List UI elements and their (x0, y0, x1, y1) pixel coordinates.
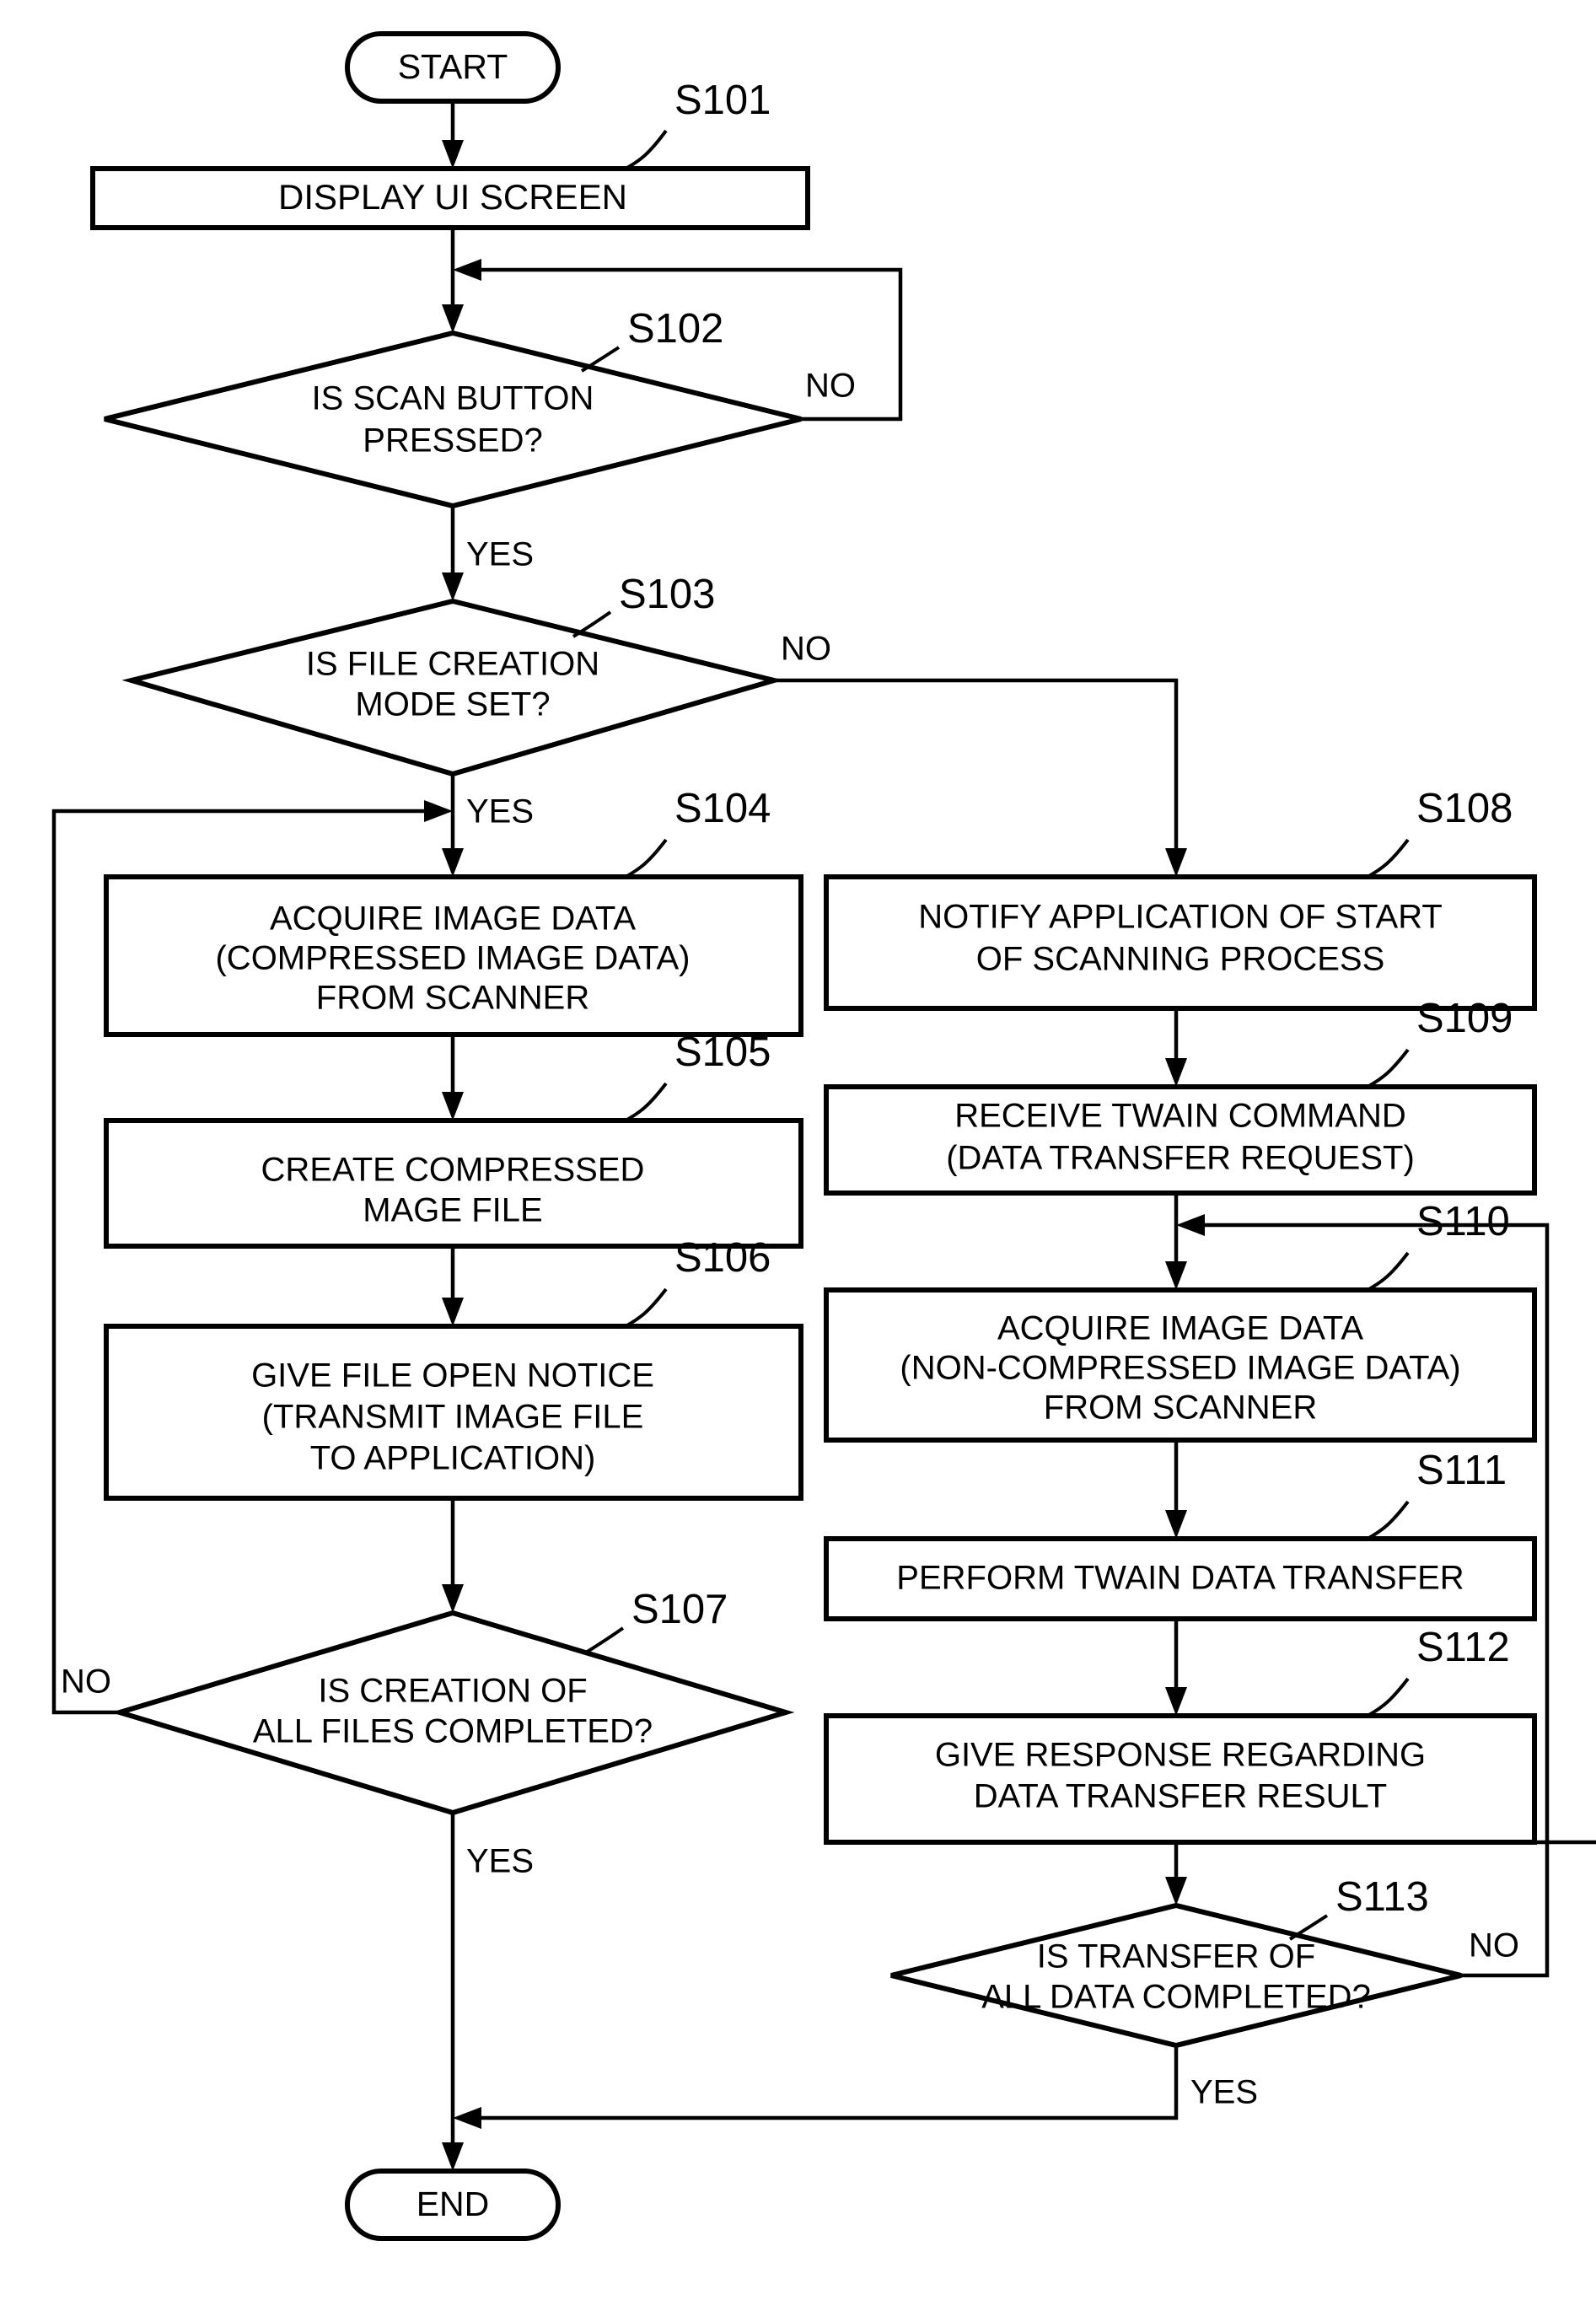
s103-step-label: S103 (619, 572, 715, 617)
arrowhead-s104-s105 (442, 1092, 464, 1121)
s110-step-label: S110 (1416, 1199, 1510, 1244)
s107-no-label: NO (61, 1663, 111, 1701)
edge-s103-no-to-s108 (774, 678, 1179, 863)
s113-step-label: S113 (1335, 1874, 1429, 1920)
node-s107: IS CREATION OF ALL FILES COMPLETED? S107… (61, 1587, 795, 1880)
s104-line-1: ACQUIRE IMAGE DATA (270, 900, 636, 938)
node-s109: RECEIVE TWAIN COMMAND (DATA TRANSFER REQ… (824, 996, 1537, 1196)
s106-leader-line (625, 1287, 668, 1328)
s109-line-1: RECEIVE TWAIN COMMAND (954, 1098, 1406, 1135)
s111-line-1: PERFORM TWAIN DATA TRANSFER (896, 1560, 1464, 1597)
arrowhead-s107-no-merge (424, 800, 453, 822)
s110-line-3: FROM SCANNER (1044, 1389, 1317, 1427)
arrowhead-s112-s113 (1165, 1877, 1187, 1905)
s107-leader-line (584, 1626, 625, 1654)
arrowhead-start-s101 (442, 140, 464, 169)
s107-step-label: S107 (631, 1587, 728, 1632)
s102-decision-shape (104, 330, 802, 509)
arrowhead-s103-s104 (442, 848, 464, 877)
s103-yes-label: YES (466, 793, 534, 830)
s105-line-1: CREATE COMPRESSED (261, 1152, 645, 1189)
s113-line-1: IS TRANSFER OF (1037, 1938, 1315, 1975)
arrowhead-s106-s107 (442, 1584, 464, 1613)
edge-s113-yes-to-end (467, 2045, 1179, 2120)
s108-step-label: S108 (1416, 786, 1513, 831)
s113-decision-shape (890, 1902, 1462, 2049)
s104-leader-line (625, 838, 668, 879)
s104-step-label: S104 (674, 786, 771, 831)
s109-step-label: S109 (1416, 996, 1513, 1041)
s105-leader-line (625, 1082, 668, 1122)
s106-line-2: (TRANSMIT IMAGE FILE (262, 1399, 644, 1436)
arrowhead-s113-yes-merge (453, 2107, 481, 2129)
s108-line-2: OF SCANNING PROCESS (976, 941, 1385, 978)
s103-line-2: MODE SET? (355, 686, 550, 723)
end-terminator-label: END (416, 2185, 490, 2223)
s112-step-label: S112 (1416, 1625, 1510, 1670)
s108-leader-line (1367, 838, 1410, 879)
s104-line-3: FROM SCANNER (316, 980, 589, 1017)
node-s110: ACQUIRE IMAGE DATA (NON-COMPRESSED IMAGE… (824, 1199, 1537, 1443)
s111-leader-line (1367, 1500, 1410, 1540)
arrowhead-s113-no-merge (1176, 1214, 1205, 1236)
s101-leader-line (625, 129, 668, 170)
s106-line-3: TO APPLICATION) (310, 1440, 596, 1477)
s102-step-label: S102 (627, 306, 723, 352)
arrowhead-s102-s103 (442, 572, 464, 601)
s102-line-2: PRESSED? (363, 422, 542, 460)
arrowhead-s101-s102 (442, 304, 464, 333)
s110-line-2: (NON-COMPRESSED IMAGE DATA) (900, 1350, 1460, 1387)
arrowhead-s110-s111 (1165, 1510, 1187, 1539)
s110-line-1: ACQUIRE IMAGE DATA (997, 1310, 1363, 1347)
arrowhead-s108-s109 (1165, 1058, 1187, 1087)
s111-step-label: S111 (1416, 1448, 1507, 1493)
arrowhead-s105-s106 (442, 1298, 464, 1326)
s104-line-2: (COMPRESSED IMAGE DATA) (215, 940, 690, 977)
s112-leader-line (1367, 1677, 1410, 1717)
node-s108: NOTIFY APPLICATION OF START OF SCANNING … (824, 786, 1537, 1011)
s106-step-label: S106 (674, 1235, 771, 1281)
s105-step-label: S105 (674, 1029, 771, 1075)
s106-line-1: GIVE FILE OPEN NOTICE (251, 1357, 654, 1395)
s113-yes-label: YES (1190, 2074, 1258, 2111)
s107-line-2: ALL FILES COMPLETED? (253, 1713, 653, 1750)
s102-line-1: IS SCAN BUTTON (312, 380, 594, 417)
node-s102: IS SCAN BUTTON PRESSED? S102 NO YES (104, 306, 856, 573)
s101-step-label: S101 (674, 78, 771, 123)
s107-line-1: IS CREATION OF (318, 1673, 587, 1710)
s109-leader-line (1367, 1048, 1410, 1088)
node-s111: PERFORM TWAIN DATA TRANSFER S111 (824, 1448, 1537, 1621)
s112-line-2: DATA TRANSFER RESULT (974, 1778, 1387, 1815)
arrowhead-s109-s110 (1165, 1261, 1187, 1290)
s112-line-1: GIVE RESPONSE REGARDING (935, 1737, 1426, 1774)
node-start: START (345, 31, 561, 104)
s105-line-2: MAGE FILE (363, 1192, 542, 1229)
arrowhead-s107-yes-end (442, 2142, 464, 2171)
node-s113: IS TRANSFER OF ALL DATA COMPLETED? S113 … (890, 1874, 1519, 2111)
start-terminator-label: START (398, 47, 508, 86)
s108-line-1: NOTIFY APPLICATION OF START (918, 899, 1443, 936)
s113-no-label: NO (1469, 1927, 1519, 1964)
node-end: END (345, 2169, 561, 2241)
arrowhead-s102-no-merge (453, 259, 481, 281)
flowchart-canvas: START DISPLAY UI SCREEN S101 IS SCAN BUT… (0, 0, 1596, 2311)
s102-yes-label: YES (466, 536, 534, 573)
node-s112: GIVE RESPONSE REGARDING DATA TRANSFER RE… (824, 1625, 1537, 1845)
s102-no-label: NO (805, 368, 856, 405)
s110-leader-line (1367, 1251, 1410, 1292)
s113-line-2: ALL DATA COMPLETED? (981, 1979, 1371, 2016)
arrowhead-s103-no-s108 (1165, 848, 1187, 877)
flowchart-svg: START DISPLAY UI SCREEN S101 IS SCAN BUT… (51, 31, 1596, 2241)
s107-yes-label: YES (466, 1843, 534, 1880)
s103-no-label: NO (781, 631, 831, 668)
s109-line-2: (DATA TRANSFER REQUEST) (946, 1140, 1415, 1177)
arrowhead-s111-s112 (1165, 1687, 1187, 1716)
s101-line-1: DISPLAY UI SCREEN (278, 177, 627, 217)
s103-line-1: IS FILE CREATION (306, 646, 599, 683)
